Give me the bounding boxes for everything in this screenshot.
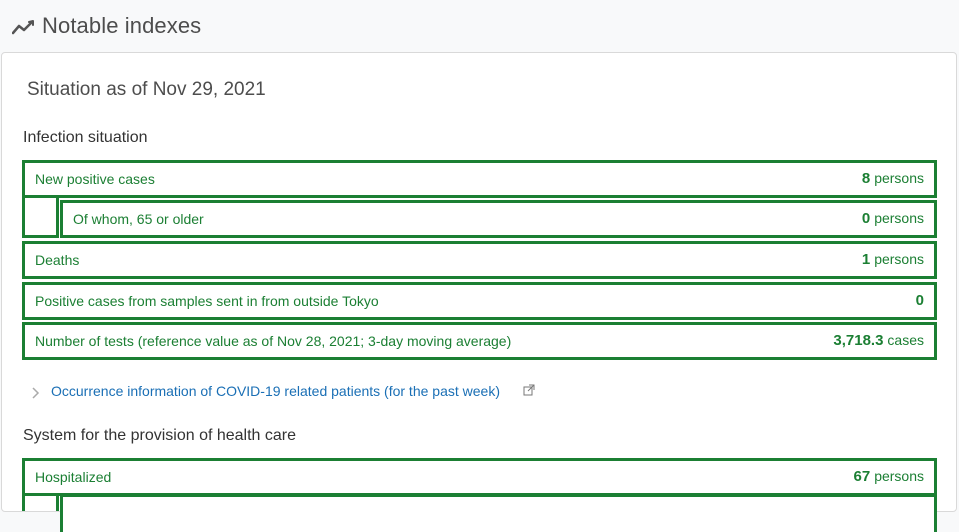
trending-line-icon (12, 20, 34, 35)
row-label: Of whom, 65 or older (73, 211, 204, 227)
page-header: Notable indexes (0, 0, 959, 52)
external-link-icon (523, 384, 535, 396)
row-value: 0 (915, 292, 924, 309)
row-label: Positive cases from samples sent in from… (35, 293, 379, 309)
row-label: New positive cases (35, 171, 155, 187)
row-unit: persons (874, 251, 924, 267)
row-label: Number of tests (reference value as of N… (35, 333, 512, 349)
occurrence-link-text[interactable]: Occurrence information of COVID-19 relat… (51, 383, 500, 399)
row-connector (22, 193, 59, 238)
health-care-heading: System for the provision of health care (23, 427, 297, 444)
situation-date: Situation as of Nov 29, 2021 (27, 79, 266, 100)
chevron-right-icon (32, 387, 40, 399)
row-value: 67 (853, 468, 871, 485)
infection-situation-heading: Infection situation (23, 129, 148, 146)
row-value: 1 (861, 251, 871, 268)
row-value: 3,718.3 (833, 332, 884, 349)
page-title: Notable indexes (42, 13, 202, 38)
new-positive-cases-row: New positive cases 8 persons (22, 160, 937, 198)
outside-tokyo-samples-row: Positive cases from samples sent in from… (22, 282, 937, 320)
number-of-tests-row: Number of tests (reference value as of N… (22, 322, 937, 360)
row-unit: persons (874, 210, 924, 226)
row-unit: cases (887, 332, 924, 348)
row-value: 0 (861, 210, 871, 227)
row-value: 8 (861, 170, 871, 187)
aged-65-plus-row: Of whom, 65 or older 0 persons (60, 200, 937, 238)
row-unit: persons (874, 170, 924, 186)
row-unit: persons (874, 468, 924, 484)
deaths-row: Deaths 1 persons (22, 241, 937, 279)
row-label: Hospitalized (35, 469, 112, 485)
row-label: Deaths (35, 252, 80, 268)
hospitalized-row: Hospitalized 67 persons (22, 458, 937, 496)
